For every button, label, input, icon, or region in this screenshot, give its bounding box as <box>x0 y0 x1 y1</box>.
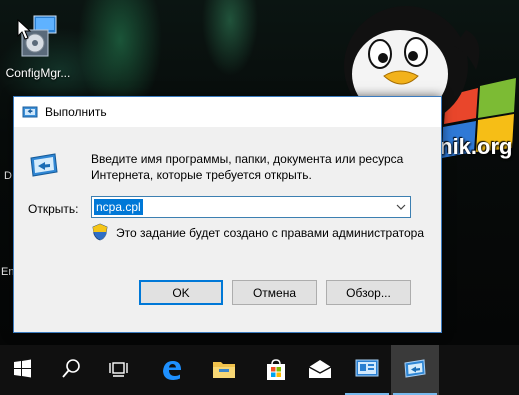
taskbar <box>0 345 519 395</box>
ok-button[interactable]: OK <box>139 280 223 305</box>
folder-icon <box>213 362 235 378</box>
open-combobox[interactable]: ncpa.cpl <box>91 196 411 218</box>
taskbar-search-button[interactable] <box>48 345 96 395</box>
run-app-icon <box>22 104 38 120</box>
store-icon <box>267 359 285 380</box>
chevron-down-icon[interactable] <box>396 202 406 212</box>
run-dialog: Выполнить Введите имя программы, папки, … <box>13 96 442 333</box>
windows-logo-icon <box>14 359 31 378</box>
taskbar-store-button[interactable] <box>252 345 300 395</box>
taskbar-run-button[interactable] <box>391 345 439 395</box>
uac-shield-icon <box>92 223 108 241</box>
run-app-icon <box>404 359 426 378</box>
server-manager-icon <box>355 359 379 377</box>
desktop-shortcut-label: ConfigMgr... <box>5 66 71 80</box>
desktop-edge-text: D <box>4 170 12 182</box>
taskbar-server-manager-button[interactable] <box>343 345 391 395</box>
configmgr-icon <box>16 14 60 58</box>
cancel-button[interactable]: Отмена <box>232 280 317 305</box>
open-input-value[interactable]: ncpa.cpl <box>94 199 143 215</box>
search-icon <box>62 359 80 378</box>
mail-icon <box>308 360 332 378</box>
open-field-label: Открыть: <box>28 202 79 216</box>
start-button[interactable] <box>0 345 48 395</box>
desktop-shortcut-configmgr[interactable]: ConfigMgr... <box>2 14 74 86</box>
dialog-title-bar[interactable]: Выполнить <box>14 97 441 127</box>
browse-button[interactable]: Обзор... <box>326 280 411 305</box>
dialog-title: Выполнить <box>45 105 107 119</box>
dialog-description: Введите имя программы, папки, документа … <box>91 152 404 182</box>
edge-browser-icon <box>163 361 181 380</box>
taskbar-edge-button[interactable] <box>148 345 196 395</box>
taskbar-explorer-button[interactable] <box>200 345 248 395</box>
task-view-icon <box>109 362 128 377</box>
run-large-icon <box>28 150 60 182</box>
task-view-button[interactable] <box>96 345 144 395</box>
admin-privilege-note: Это задание будет создано с правами адми… <box>116 226 425 240</box>
taskbar-mail-button[interactable] <box>296 345 344 395</box>
